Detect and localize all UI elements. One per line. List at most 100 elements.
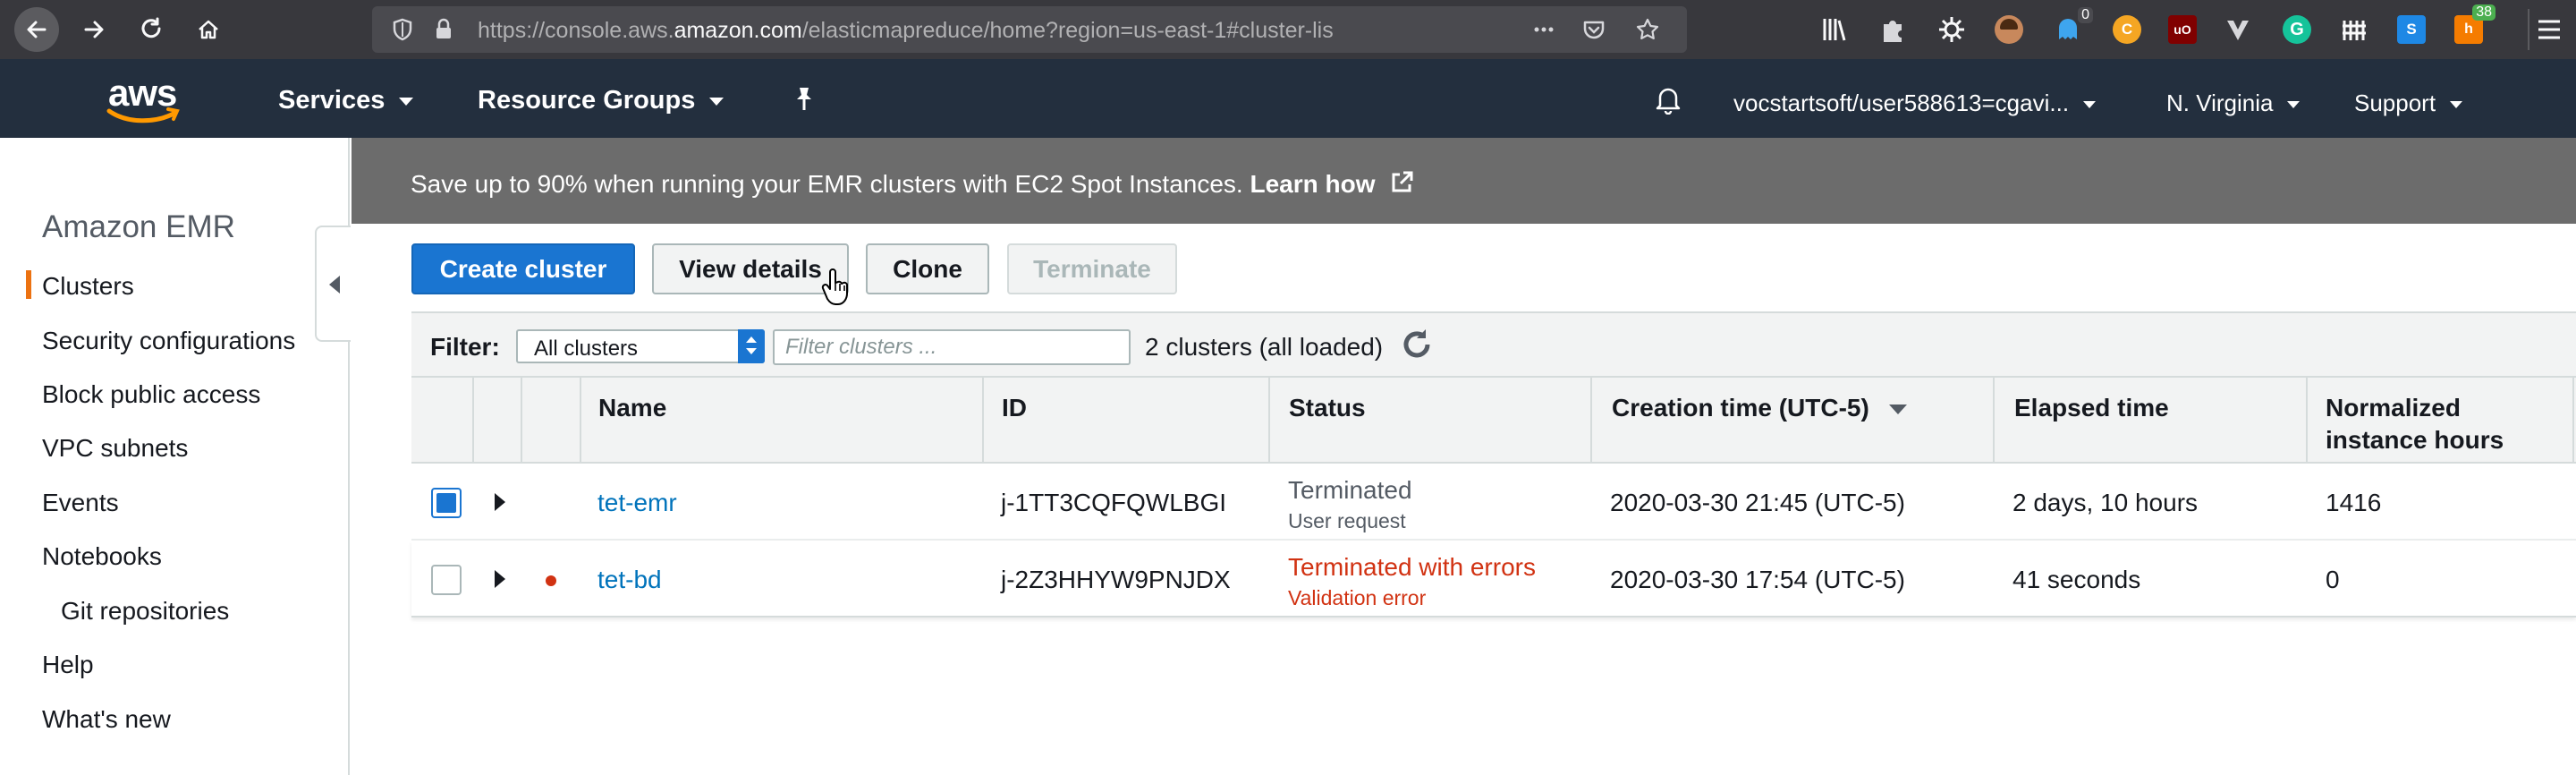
bell-icon[interactable] xyxy=(1653,84,1683,115)
sidebar-item-git-repositories[interactable]: Git repositories xyxy=(61,597,229,626)
cluster-name-link[interactable]: tet-bd xyxy=(597,566,662,594)
aws-logo[interactable]: aws xyxy=(106,72,186,125)
view-details-button[interactable]: View details xyxy=(652,243,849,294)
library-icon[interactable] xyxy=(1821,15,1848,44)
chevron-down-icon xyxy=(2450,101,2463,109)
gear-icon[interactable] xyxy=(1937,15,1966,44)
sidebar-item-clusters[interactable]: Clusters xyxy=(42,272,134,301)
aws-smile-icon xyxy=(106,107,180,123)
forward-button[interactable] xyxy=(72,7,116,52)
expand-row-icon[interactable] xyxy=(495,493,505,511)
external-link-icon[interactable] xyxy=(1389,170,1414,195)
sidebar-collapse-toggle[interactable] xyxy=(315,226,351,342)
banner-text: Save up to 90% when running your EMR clu… xyxy=(411,170,1414,199)
honey-extension-icon[interactable]: h 38 xyxy=(2454,4,2496,44)
reload-button[interactable] xyxy=(129,7,174,52)
cluster-status: Terminated xyxy=(1288,476,1412,504)
hand-cursor-icon xyxy=(821,268,848,305)
cluster-count: 2 clusters (all loaded) xyxy=(1145,333,1384,361)
clusters-table: Name ID Status Creation time (UTC-5) Ela… xyxy=(411,376,2576,617)
column-header-instance-hours[interactable]: Normalized instance hours xyxy=(2326,392,2540,456)
cluster-id: j-1TT3CQFQWLBGI xyxy=(1001,489,1227,516)
sidebar-item-events[interactable]: Events xyxy=(42,489,119,517)
services-label: Services xyxy=(278,86,386,115)
expand-row-icon[interactable] xyxy=(495,570,505,588)
cluster-creation-time: 2020-03-30 17:54 (UTC-5) xyxy=(1610,566,1905,593)
sort-descending-icon[interactable] xyxy=(1888,405,1907,415)
ublock-icon[interactable]: uO xyxy=(2168,15,2197,44)
extension-badge-2: 38 xyxy=(2472,4,2496,21)
arrow-left-icon xyxy=(27,21,47,38)
account-label: vocstartsoft/user588613=cgavi... xyxy=(1733,89,2070,116)
column-header-status[interactable]: Status xyxy=(1289,392,1366,424)
active-indicator xyxy=(26,270,31,299)
avatar-extension-icon[interactable] xyxy=(1995,15,2023,44)
row-checkbox[interactable] xyxy=(431,565,462,595)
cluster-filter-value: All clusters xyxy=(534,336,639,361)
region-menu[interactable]: N. Virginia xyxy=(2166,89,2301,117)
column-divider xyxy=(580,378,581,465)
refresh-icon[interactable] xyxy=(1398,326,1436,363)
column-divider xyxy=(2306,378,2308,465)
shield-icon[interactable] xyxy=(390,17,415,42)
grid-extension-icon[interactable] xyxy=(2340,15,2368,44)
support-label: Support xyxy=(2354,89,2436,116)
extension-badge: 0 xyxy=(2078,7,2093,23)
tracker-extension-icon[interactable]: 0 xyxy=(2054,7,2093,44)
cluster-status: Terminated with errors xyxy=(1288,553,1536,581)
sidebar: Amazon EMR Clusters Security configurati… xyxy=(0,138,350,775)
ublock-label: uO xyxy=(2174,22,2191,37)
s-extension-icon[interactable]: S xyxy=(2397,15,2426,44)
lock-icon[interactable] xyxy=(431,17,456,42)
column-header-name[interactable]: Name xyxy=(598,392,666,424)
filter-clusters-input[interactable] xyxy=(773,329,1131,365)
pin-icon[interactable] xyxy=(792,86,816,113)
column-divider xyxy=(982,378,984,465)
sidebar-item-help[interactable]: Help xyxy=(42,651,94,679)
learn-how-link[interactable]: Learn how xyxy=(1250,170,1375,198)
resource-groups-menu[interactable]: Resource Groups xyxy=(478,86,724,115)
vimium-icon[interactable] xyxy=(2224,15,2252,44)
sidebar-item-block-public-access[interactable]: Block public access xyxy=(42,380,260,409)
create-cluster-button[interactable]: Create cluster xyxy=(411,243,635,294)
cluster-creation-time: 2020-03-30 21:45 (UTC-5) xyxy=(1610,489,1905,516)
table-row[interactable]: tet-emr j-1TT3CQFQWLBGI Terminated User … xyxy=(411,464,2576,541)
url-bar[interactable]: https://console.aws.amazon.com/elasticma… xyxy=(372,6,1687,53)
creation-time-label: Creation time (UTC-5) xyxy=(1612,394,1869,422)
column-header-id[interactable]: ID xyxy=(1002,392,1027,424)
column-header-elapsed-time[interactable]: Elapsed time xyxy=(2014,392,2169,424)
column-divider xyxy=(521,378,522,465)
column-divider xyxy=(2572,378,2574,465)
region-label: N. Virginia xyxy=(2166,89,2274,116)
sidebar-item-vpc-subnets[interactable]: VPC subnets xyxy=(42,434,188,463)
url-text: https://console.aws.amazon.com/elasticma… xyxy=(478,18,1334,43)
support-menu[interactable]: Support xyxy=(2354,89,2463,117)
services-menu[interactable]: Services xyxy=(278,86,414,115)
star-icon[interactable] xyxy=(1635,17,1660,42)
reload-icon xyxy=(141,17,161,38)
home-button[interactable] xyxy=(186,7,231,52)
pocket-icon[interactable] xyxy=(1581,17,1606,42)
column-header-creation-time[interactable]: Creation time (UTC-5) xyxy=(1612,392,1907,424)
column-divider xyxy=(472,378,474,465)
sidebar-item-security-configurations[interactable]: Security configurations xyxy=(42,327,295,355)
back-button[interactable] xyxy=(14,7,59,52)
sidebar-item-whats-new[interactable]: What's new xyxy=(42,705,171,734)
hamburger-menu-icon[interactable] xyxy=(2537,18,2562,41)
cluster-filter-select[interactable]: All clusters xyxy=(516,329,765,363)
table-row[interactable]: tet-bd j-2Z3HHYW9PNJDX Terminated with e… xyxy=(411,541,2576,617)
aws-header: aws Services Resource Groups vocstartsof… xyxy=(0,59,2576,138)
table-header: Name ID Status Creation time (UTC-5) Ela… xyxy=(411,376,2576,465)
clone-button[interactable]: Clone xyxy=(866,243,989,294)
account-menu[interactable]: vocstartsoft/user588613=cgavi... xyxy=(1733,89,2097,117)
row-checkbox[interactable] xyxy=(431,488,462,518)
sidebar-item-notebooks[interactable]: Notebooks xyxy=(42,542,162,571)
grammarly-icon[interactable]: G xyxy=(2283,15,2311,44)
select-arrows-icon xyxy=(738,329,765,363)
cluster-name-link[interactable]: tet-emr xyxy=(597,489,677,517)
c-extension-icon[interactable]: C xyxy=(2113,15,2141,44)
puzzle-icon[interactable] xyxy=(1878,15,1907,44)
more-icon[interactable] xyxy=(1531,17,1556,42)
error-dot-icon xyxy=(546,575,556,586)
terminate-button[interactable]: Terminate xyxy=(1007,243,1177,294)
